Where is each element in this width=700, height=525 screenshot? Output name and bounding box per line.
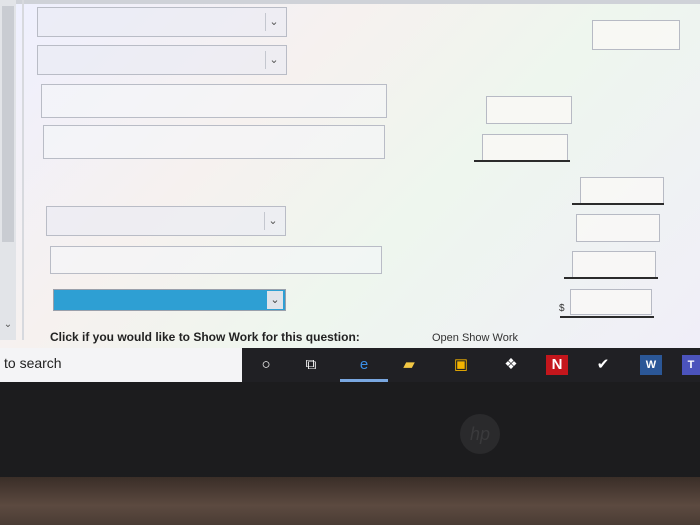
- total-underline-1: [474, 160, 570, 162]
- total-underline-4: [560, 316, 654, 318]
- open-show-work-link[interactable]: Open Show Work: [432, 332, 518, 344]
- scrollbar-thumb[interactable]: [2, 6, 14, 242]
- chevron-down-icon: ⌄: [264, 212, 281, 230]
- store-icon[interactable]: ▣: [450, 355, 472, 375]
- amount-input-1[interactable]: [592, 20, 680, 50]
- account-select-highlighted[interactable]: ⌄: [53, 289, 286, 311]
- edge-icon[interactable]: e: [353, 355, 375, 375]
- amount-input-5[interactable]: [576, 214, 660, 242]
- netflix-icon[interactable]: N: [546, 355, 568, 375]
- chevron-down-icon: ⌄: [267, 291, 283, 309]
- amount-input-3[interactable]: [482, 134, 568, 162]
- dropbox-icon[interactable]: ❖: [500, 355, 522, 375]
- search-text: to search: [4, 355, 62, 371]
- top-border: [0, 0, 700, 4]
- description-input-2[interactable]: [43, 125, 385, 159]
- currency-symbol: $: [559, 303, 565, 314]
- account-select-1[interactable]: ⌄: [37, 7, 287, 37]
- show-work-prompt: Click if you would like to Show Work for…: [50, 330, 360, 344]
- amount-input-2[interactable]: [486, 96, 572, 124]
- chevron-down-icon: ⌄: [265, 13, 282, 31]
- cortana-icon[interactable]: ○: [255, 355, 277, 375]
- laptop-bezel: [0, 382, 700, 477]
- total-underline-2: [572, 203, 664, 205]
- task-view-icon[interactable]: ⧉: [300, 355, 322, 375]
- laptop-base: [0, 477, 700, 525]
- description-input-3[interactable]: [50, 246, 382, 274]
- browser-content: ⌄ ⌄ ⌄ ⌄ ⌄ $ Click if you would like to S…: [0, 0, 700, 348]
- vpn-icon[interactable]: ✔: [592, 355, 614, 375]
- account-select-3[interactable]: ⌄: [46, 206, 286, 236]
- hp-logo-icon: hp: [460, 414, 500, 454]
- amount-input-total[interactable]: [570, 289, 652, 315]
- amount-input-6[interactable]: [572, 251, 656, 279]
- word-icon[interactable]: W: [640, 355, 662, 375]
- chevron-down-icon: ⌄: [265, 51, 282, 69]
- scrollbar[interactable]: ⌄: [0, 0, 16, 340]
- account-select-2[interactable]: ⌄: [37, 45, 287, 75]
- divider: [22, 0, 24, 340]
- file-explorer-icon[interactable]: ▰: [398, 355, 420, 375]
- windows-taskbar: to search ○ ⧉ e ▰ ▣ ❖ N ✔ W T: [0, 348, 700, 382]
- teams-icon[interactable]: T: [682, 355, 700, 375]
- description-input-1[interactable]: [41, 84, 387, 118]
- amount-input-4[interactable]: [580, 177, 664, 205]
- taskbar-search-box[interactable]: to search: [0, 348, 242, 382]
- total-underline-3: [564, 277, 658, 279]
- scroll-down-arrow-icon[interactable]: ⌄: [2, 318, 14, 332]
